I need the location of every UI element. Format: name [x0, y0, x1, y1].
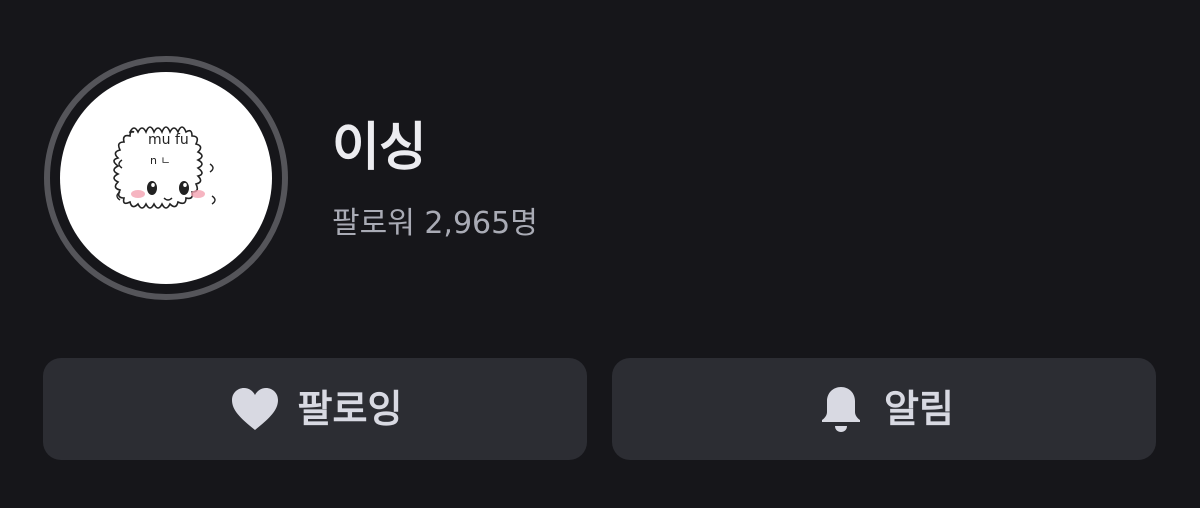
fluffy-creature-avatar-icon: mu fu n ㄴ	[113, 126, 216, 209]
profile-header: mu fu n ㄴ 이싱 팔로워 2,965명 팔로잉 알림	[0, 0, 1200, 508]
heart-icon	[228, 382, 282, 436]
following-button[interactable]: 팔로잉	[43, 358, 587, 460]
notification-button[interactable]: 알림	[612, 358, 1156, 460]
profile-name: 이싱	[332, 118, 427, 178]
following-button-label: 팔로잉	[297, 387, 403, 431]
avatar[interactable]: mu fu n ㄴ	[60, 72, 272, 284]
follower-count: 팔로워 2,965명	[332, 206, 538, 241]
svg-text:n ㄴ: n ㄴ	[150, 154, 171, 167]
svg-text:mu fu: mu fu	[148, 132, 189, 148]
bell-icon	[814, 382, 868, 436]
notification-button-label: 알림	[884, 387, 954, 431]
